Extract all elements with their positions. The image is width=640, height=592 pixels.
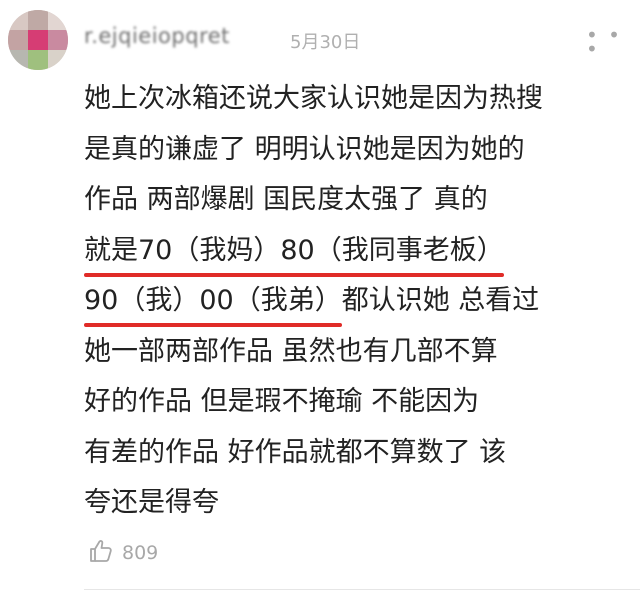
comment-line: 作品 两部爆剧 国民度太强了 真的: [84, 184, 488, 215]
divider: [84, 589, 640, 590]
username[interactable]: r.ejqieiopqret: [84, 24, 230, 48]
comment-body: 她上次冰箱还说大家认识她是因为热搜 是真的谦虚了 明明认识她是因为她的 作品 两…: [84, 74, 632, 529]
comment-line: 夸还是得夸: [84, 487, 219, 518]
comment-date: 5月30日: [290, 32, 361, 53]
thumbs-up-icon: [88, 538, 114, 568]
avatar[interactable]: [8, 10, 68, 70]
like-button[interactable]: 809: [88, 538, 158, 568]
more-dots-icon[interactable]: • • •: [586, 25, 640, 59]
highlighted-text: 90（我）00（我弟）: [84, 279, 342, 327]
comment-line: 就是70（我妈）80（我同事老板）: [84, 226, 632, 277]
comment-line: 好的作品 但是瑕不掩瑜 不能因为: [84, 386, 480, 417]
comment-line: 是真的谦虚了 明明认识她是因为她的: [84, 133, 525, 165]
comment-line: 她上次冰箱还说大家认识她是因为热搜: [84, 83, 543, 114]
comment-line: 她一部两部作品 虽然也有几部不算: [84, 335, 498, 367]
comment-line: 有差的作品 好作品就都不算数了 该: [84, 436, 507, 468]
comment-line: 90（我）00（我弟）都认识她 总看过: [84, 276, 632, 327]
like-count: 809: [122, 542, 159, 564]
highlighted-text: 就是70（我妈）80（我同事老板）: [84, 229, 504, 277]
